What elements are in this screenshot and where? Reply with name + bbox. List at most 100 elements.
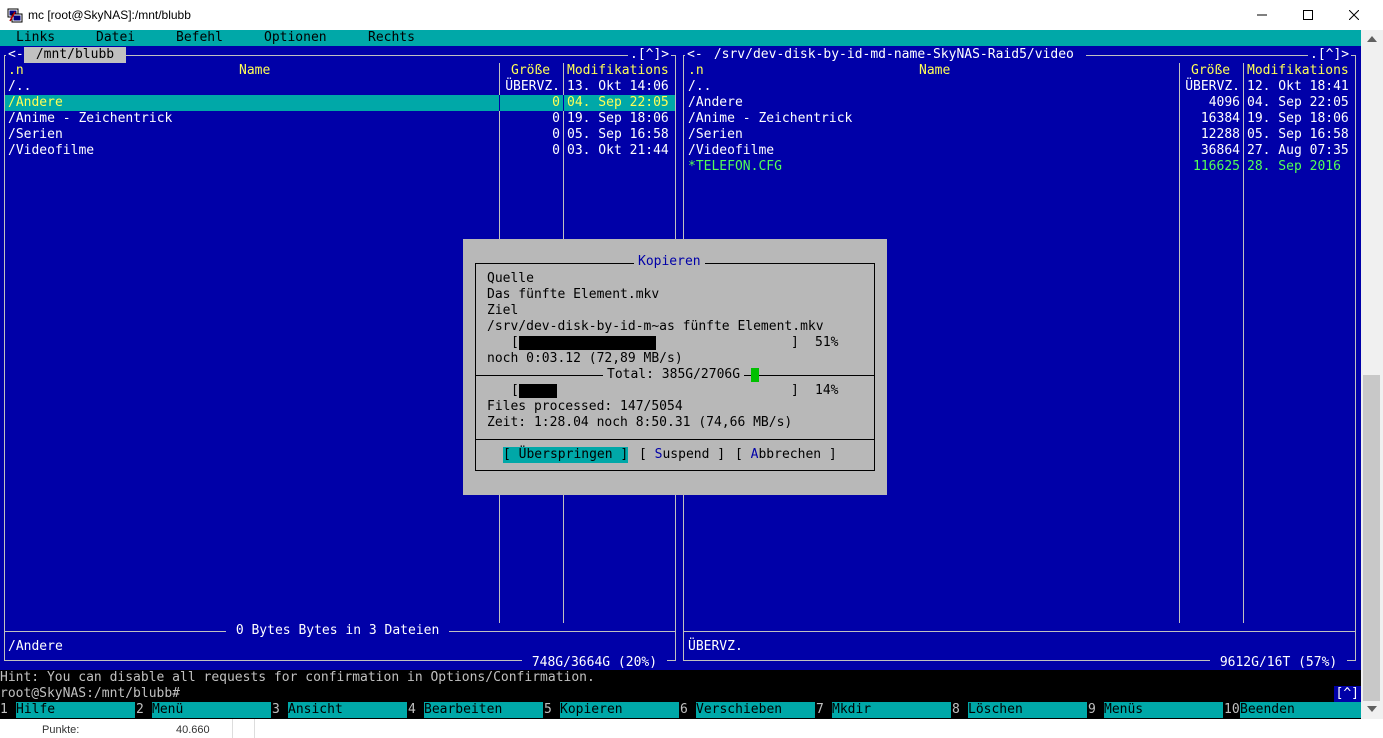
file-mtime: 19. Sep 18:06: [1247, 111, 1349, 126]
prompt-flag[interactable]: [^]: [1333, 686, 1361, 702]
suspend-open: [: [639, 447, 655, 462]
total-progress-bracket-open: [: [511, 383, 519, 398]
file-mtime: 13. Okt 14:06: [567, 79, 669, 94]
buttons-divider: [476, 439, 874, 440]
file-size: 16384: [1200, 111, 1240, 126]
fkey-8-loeschen[interactable]: 8 Löschen: [952, 702, 1087, 719]
fkey-number: 3: [272, 702, 288, 718]
source-label: Quelle: [487, 271, 534, 286]
fkey-2-menu[interactable]: 2 Menü: [136, 702, 271, 719]
left-panel-right-corner[interactable]: .[^]>: [628, 47, 672, 63]
file-size: 0: [552, 127, 560, 142]
menu-befehl[interactable]: Befehl: [176, 30, 223, 46]
right-panel-right-corner[interactable]: .[^]>: [1308, 47, 1352, 63]
minimize-icon: [1257, 14, 1267, 16]
file-name: /Andere: [8, 95, 63, 110]
close-button[interactable]: [1331, 0, 1377, 30]
right-summary-divider: [684, 631, 1355, 632]
total-progress-bracket-close: ]: [791, 383, 799, 398]
fkey-9-menues[interactable]: 9 Menüs: [1088, 702, 1223, 719]
file-name: /..: [688, 79, 712, 94]
window-titlebar: mc [root@SkyNAS]:/mnt/blubb: [0, 0, 1383, 30]
fkey-6-verschieben[interactable]: 6 Verschieben: [680, 702, 815, 719]
suspend-button[interactable]: [ Suspend ]: [639, 447, 725, 463]
fkey-label: Menüs: [1104, 702, 1223, 718]
target-label: Ziel: [487, 303, 519, 318]
fkey-3-ansicht[interactable]: 3 Ansicht: [272, 702, 407, 719]
total-label: Total: 385G/2706G: [603, 367, 745, 383]
maximize-button[interactable]: [1285, 0, 1331, 30]
fkey-number: 1: [0, 702, 16, 718]
suspend-rest: uspend ]: [662, 447, 726, 462]
left-panel-left-corner[interactable]: <-: [6, 47, 26, 63]
left-summary: 0 Bytes Bytes in 3 Dateien: [226, 623, 450, 639]
background-status-strip: Punkte: 40.660: [0, 719, 1383, 738]
file-mtime: 28. Sep 2016: [1247, 159, 1341, 174]
fkey-label: Bearbeiten: [424, 702, 543, 718]
shell-prompt[interactable]: root@SkyNAS:/mnt/blubb#: [0, 686, 1361, 702]
scroll-up-icon[interactable]: [1367, 36, 1377, 42]
skip-button[interactable]: [ Überspringen ]: [503, 447, 629, 463]
right-header-name[interactable]: Name: [919, 63, 950, 79]
file-size: 4096: [1208, 95, 1240, 110]
file-size: 12288: [1200, 127, 1240, 142]
file-mtime: 04. Sep 22:05: [1247, 95, 1349, 110]
file-name: /Serien: [8, 127, 63, 142]
fkey-5-kopieren[interactable]: 5 Kopieren: [544, 702, 679, 719]
menu-rechts[interactable]: Rechts: [368, 30, 415, 46]
points-value: 40.660: [176, 724, 210, 736]
terminal[interactable]: Links Datei Befehl Optionen Rechts <- /m…: [0, 30, 1361, 719]
total-progress-percent: 14%: [815, 383, 839, 398]
file-name: /Andere: [688, 95, 743, 110]
menu-links[interactable]: Links: [16, 30, 55, 46]
scrollbar-thumb[interactable]: [1363, 375, 1380, 701]
file-progress-bracket-open: [: [511, 335, 519, 350]
left-header-sort[interactable]: .n: [8, 63, 24, 79]
total-indicator: [751, 368, 759, 382]
right-header-sort[interactable]: .n: [688, 63, 704, 79]
fkey-number: 4: [408, 702, 424, 718]
fkey-label: Hilfe: [16, 702, 135, 718]
file-mtime: 05. Sep 16:58: [1247, 127, 1349, 142]
copy-dialog[interactable]: Kopieren Quelle Das fünfte Element.mkv Z…: [463, 239, 887, 495]
dialog-title: Kopieren: [634, 254, 705, 270]
hint-line: Hint: You can disable all requests for c…: [0, 670, 1361, 686]
fkey-number: 9: [1088, 702, 1104, 718]
left-mini-status: /Andere: [8, 639, 63, 654]
left-header-mtime[interactable]: Modifikations: [567, 63, 669, 79]
fkey-10-beenden[interactable]: 10Beenden: [1224, 702, 1361, 719]
file-mtime: 04. Sep 22:05: [567, 95, 669, 110]
left-header-size[interactable]: Größe: [511, 63, 550, 79]
left-header-name[interactable]: Name: [239, 63, 270, 79]
minimize-button[interactable]: [1239, 0, 1285, 30]
vertical-scrollbar[interactable]: [1361, 30, 1383, 719]
function-key-bar: 1 Hilfe 2 Menü 3 Ansicht 4 Bearbeiten 5 Kopie…: [0, 702, 1361, 719]
fkey-1-hilfe[interactable]: 1 Hilfe: [0, 702, 135, 719]
left-panel-path[interactable]: /mnt/blubb: [24, 47, 126, 63]
file-progress-percent: 51%: [815, 335, 839, 350]
menu-optionen[interactable]: Optionen: [264, 30, 327, 46]
fkey-7-mkdir[interactable]: 7 Mkdir: [816, 702, 951, 719]
menu-datei[interactable]: Datei: [96, 30, 135, 46]
file-mtime: 03. Okt 21:44: [567, 143, 669, 158]
file-size: ÜBERVZ.: [1185, 79, 1240, 94]
scroll-down-icon[interactable]: [1367, 706, 1377, 712]
right-panel-path[interactable]: /srv/dev-disk-by-id-md-name-SkyNAS-Raid5…: [702, 47, 1086, 63]
file-name: /Videofilme: [688, 143, 775, 158]
right-header-size[interactable]: Größe: [1191, 63, 1230, 79]
fkey-label: Ansicht: [288, 702, 407, 718]
abort-rest: bbrechen ]: [758, 447, 837, 462]
target-path: /srv/dev-disk-by-id-m~as fünfte Element.…: [487, 319, 824, 334]
fkey-4-bearbeiten[interactable]: 4 Bearbeiten: [408, 702, 543, 719]
fkey-label: Verschieben: [696, 702, 815, 718]
right-disk-usage: 9612G/16T (57%): [1210, 655, 1348, 671]
right-header-mtime[interactable]: Modifikations: [1247, 63, 1349, 79]
file-progress-bar: [519, 336, 656, 350]
fkey-label: Menü: [152, 702, 271, 718]
file-mtime: 05. Sep 16:58: [567, 127, 669, 142]
files-processed: Files processed: 147/5054: [487, 399, 683, 414]
file-size: 116625: [1193, 159, 1240, 174]
fkey-number: 7: [816, 702, 832, 718]
fkey-label: Beenden: [1240, 702, 1361, 718]
abort-button[interactable]: [ Abbrechen ]: [735, 447, 837, 463]
